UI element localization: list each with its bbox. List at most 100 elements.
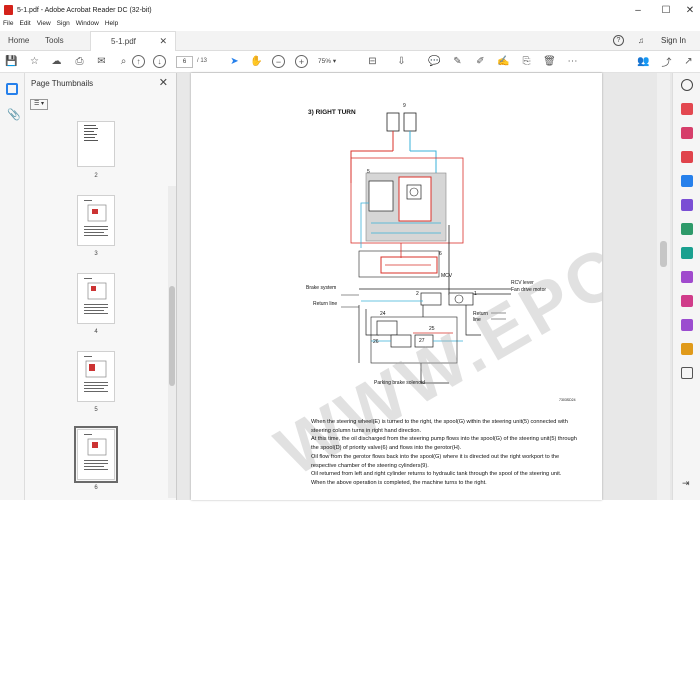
tab-tools[interactable]: Tools [45, 31, 64, 51]
enhance-scan-icon[interactable] [681, 247, 693, 259]
thumbnail-label: 3 [94, 251, 98, 257]
page-thumbnails-icon[interactable] [6, 83, 18, 95]
label-mcv: MCV [441, 273, 453, 279]
label-6: 6 [439, 251, 442, 257]
save-icon[interactable]: 💾 [5, 55, 18, 68]
bookmark-star-icon[interactable]: ☆ [28, 55, 41, 68]
thumbnail-page-6[interactable] [74, 426, 118, 483]
right-tools-rail: ⇥ [672, 73, 700, 500]
document-scrollbar-thumb[interactable] [660, 241, 667, 267]
thumbnail-page-6-content [84, 434, 108, 470]
close-panel-icon[interactable]: ✕ [159, 76, 168, 89]
page-up-icon[interactable]: ↑ [132, 55, 145, 68]
scroll-mode-icon[interactable]: ⇩ [395, 55, 408, 68]
export-pdf-icon[interactable] [681, 151, 693, 163]
select-cursor-icon[interactable]: ➤ [228, 55, 241, 68]
thumbnail-page-5[interactable] [77, 351, 115, 402]
export-excel-icon[interactable] [681, 223, 693, 235]
mail-icon[interactable]: ✉ [95, 55, 108, 68]
thumbnails-header: Page Thumbnails [31, 79, 94, 88]
label-5: 5 [367, 169, 370, 175]
hand-tool-icon[interactable]: ✋ [250, 55, 263, 68]
page-fit-icon[interactable]: ⊟ [366, 55, 379, 68]
thumbnail-page-4[interactable] [77, 273, 115, 324]
left-navigation-rail: 📎 [0, 73, 25, 500]
sign-in-link[interactable]: Sign In [661, 31, 686, 51]
search-icon[interactable]: ⌕ [117, 55, 130, 68]
toolbar: 💾 ☆ ☁ ⎙ ✉ ⌕ ↑ ↓ 6 / 13 ➤ ✋ − + 75% ▾ ⊟ ⇩… [0, 51, 700, 73]
document-scrollbar[interactable] [657, 73, 670, 500]
document-viewport: 3) RIGHT TURN WWW.EPCD-PO.COM 9 5 6 MCV … [177, 73, 672, 500]
valve-block-24 [376, 320, 398, 336]
send-for-signature-icon[interactable] [681, 319, 693, 331]
steering-cylinder-right [403, 112, 417, 132]
create-pdf-icon[interactable] [681, 103, 693, 115]
tab-home[interactable]: Home [8, 31, 29, 51]
stamp-icon[interactable]: ⎘ [520, 55, 533, 68]
more-tools-icon[interactable]: ⋯ [566, 55, 579, 68]
comment-tool-icon[interactable] [681, 343, 693, 355]
thumbnail-label: 5 [94, 407, 98, 413]
label-fan-drive-motor: Fan drive motor [511, 287, 547, 293]
thumbnail-page-2-content [84, 125, 98, 141]
window-title: 5-1.pdf - Adobe Acrobat Reader DC (32-bi… [17, 6, 152, 14]
maximize-button[interactable]: ☐ [654, 0, 678, 20]
share-link-icon[interactable]: ⤴ [660, 55, 673, 69]
tab-close-icon[interactable]: ✕ [159, 32, 167, 51]
thumbnail-label: 4 [94, 329, 98, 335]
label-parking-brake-solenoid: Parking brake solenoid [374, 380, 425, 386]
delete-icon[interactable]: 🗑 [543, 55, 556, 68]
label-24: 24 [380, 311, 386, 317]
paragraph-line: When the above operation is completed, t… [311, 479, 487, 486]
fill-sign-tool-icon[interactable] [681, 271, 693, 283]
page-number-input[interactable]: 6 [176, 56, 193, 68]
help-icon[interactable]: ? [613, 35, 624, 46]
thumbnail-page-2[interactable] [77, 121, 115, 167]
figure-id: 7303SD24 [559, 398, 576, 402]
attachments-paperclip-icon[interactable]: 📎 [7, 108, 21, 121]
organize-pages-icon[interactable] [681, 199, 693, 211]
zoom-level-select[interactable]: 75% ▾ [318, 57, 348, 65]
thumbnail-page-4-content [84, 278, 108, 314]
label-rcv-lever: RCV lever [511, 280, 534, 286]
thumbnails-scrollbar[interactable] [168, 186, 176, 498]
tab-bar: Home Tools 5-1.pdf ✕ ? ♫ Sign In [0, 31, 700, 52]
paragraph-line: Oil returned from left and right cylinde… [311, 471, 562, 478]
zoom-in-icon[interactable]: + [295, 55, 308, 68]
thumbnail-page-3-content [84, 200, 108, 236]
upload-cloud-icon[interactable]: ☁ [50, 55, 63, 68]
close-window-button[interactable]: ✕ [678, 0, 700, 20]
search-tools-icon[interactable] [681, 79, 693, 91]
collapse-panel-icon[interactable]: ⇥ [682, 478, 690, 489]
title-bar: 5-1.pdf - Adobe Acrobat Reader DC (32-bi… [0, 0, 700, 20]
valve-block-2 [420, 292, 442, 306]
zoom-out-icon[interactable]: − [272, 55, 285, 68]
thumbnail-page-5-content [84, 356, 108, 392]
protect-icon[interactable] [681, 295, 693, 307]
highlight-pen-icon[interactable]: ✎ [451, 55, 464, 68]
combine-files-icon[interactable] [681, 175, 693, 187]
thumbnails-scrollbar-thumb[interactable] [169, 286, 175, 386]
draw-icon[interactable]: ✐ [474, 55, 487, 68]
comment-icon[interactable]: 💬 [428, 55, 441, 68]
fill-sign-icon[interactable]: ✍ [497, 55, 510, 68]
tab-document[interactable]: 5-1.pdf ✕ [90, 31, 176, 52]
label-9: 9 [403, 103, 406, 109]
pdf-page: 3) RIGHT TURN WWW.EPCD-PO.COM 9 5 6 MCV … [191, 73, 602, 500]
share-icon[interactable]: ↗ [682, 55, 695, 68]
more-tools-wrench-icon[interactable] [681, 367, 693, 379]
zoom-level-value: 75% [318, 58, 332, 65]
share-people-icon[interactable]: 👥 [637, 55, 650, 68]
paragraph-line: When the steering wheel(E) is turned to … [311, 419, 568, 434]
label-return-line-left: Return line [313, 301, 338, 307]
notification-bell-icon[interactable]: ♫ [638, 31, 644, 51]
print-icon[interactable]: ⎙ [73, 55, 86, 68]
thumbnail-options-button[interactable]: ☰ ▾ [30, 99, 48, 110]
label-25: 25 [429, 326, 435, 332]
label-return-line-right: Return line [473, 311, 489, 323]
edit-pdf-icon[interactable] [681, 127, 693, 139]
thumbnail-page-3[interactable] [77, 195, 115, 246]
page-down-icon[interactable]: ↓ [153, 55, 166, 68]
minimize-button[interactable]: – [626, 0, 650, 20]
label-2: 2 [416, 291, 419, 297]
